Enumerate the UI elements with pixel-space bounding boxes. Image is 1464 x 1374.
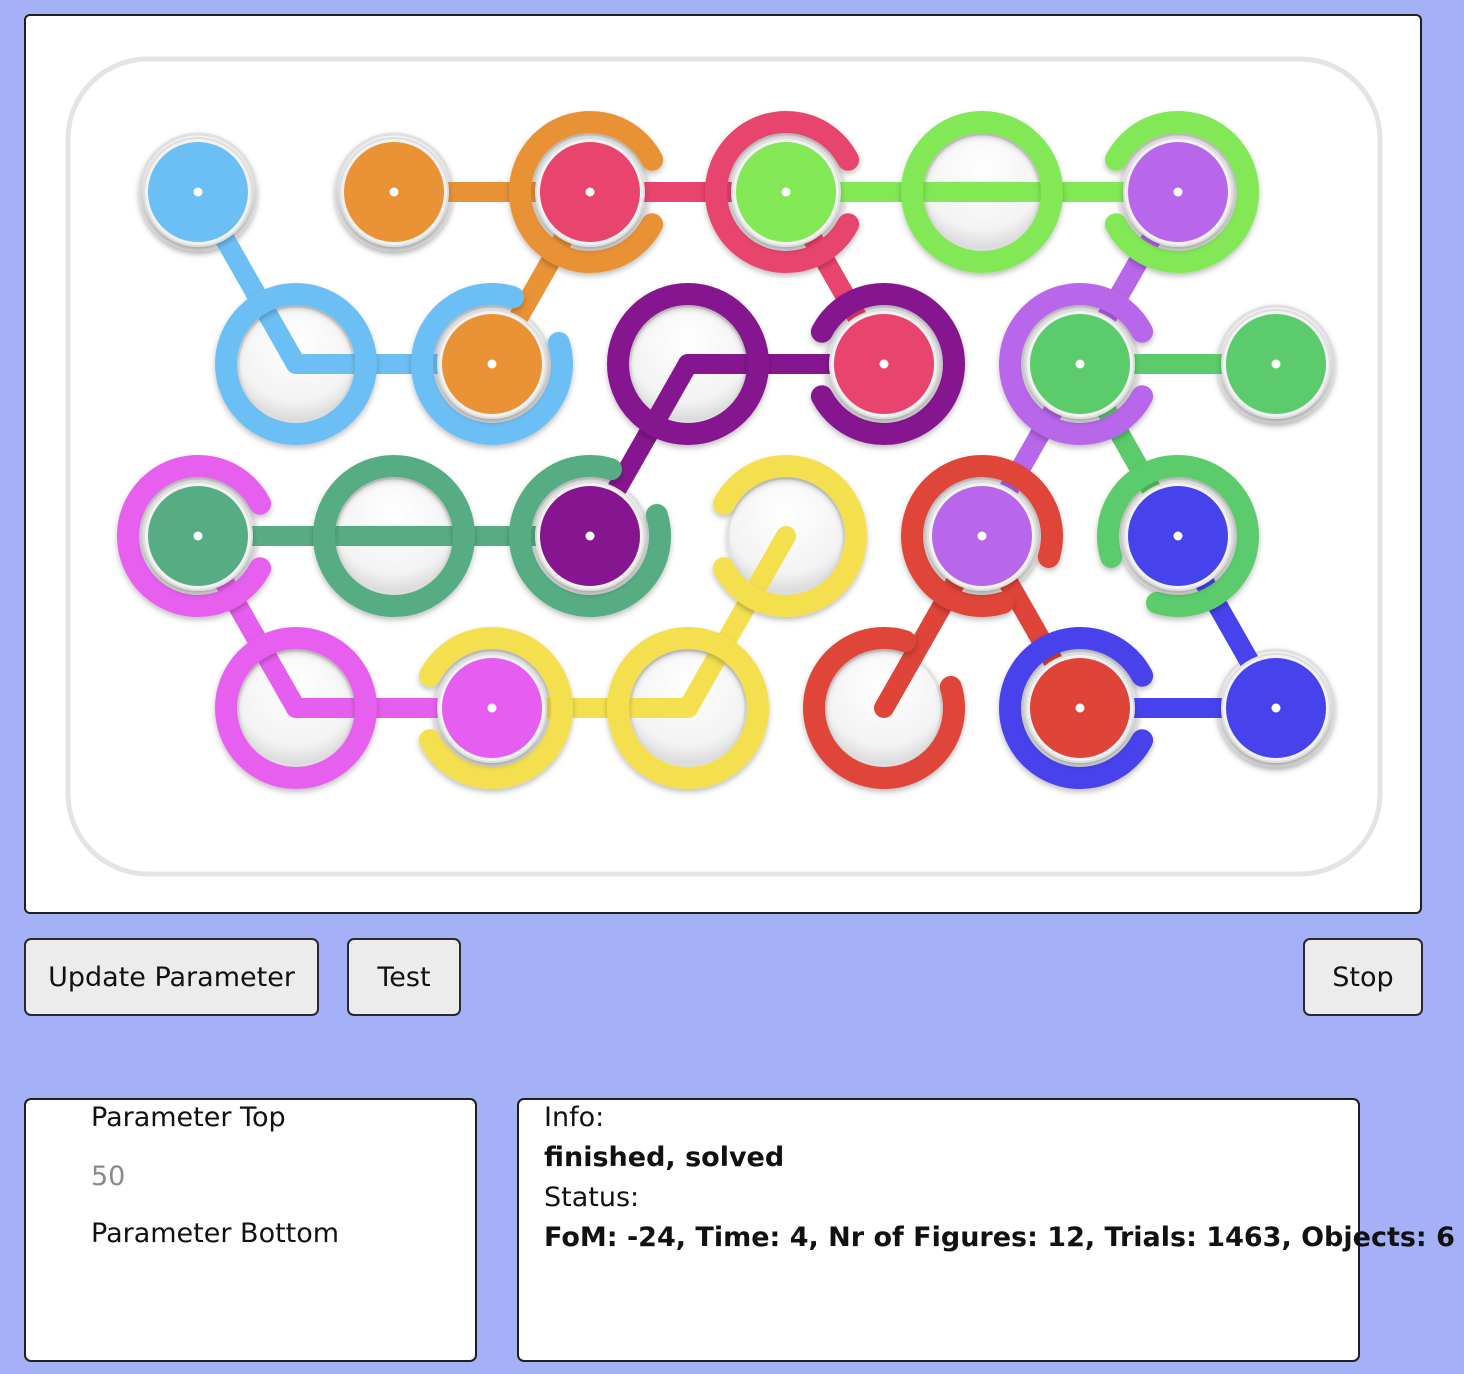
stop-button[interactable]: Stop bbox=[1303, 938, 1423, 1016]
info-message: finished, solved bbox=[544, 1142, 785, 1173]
dot-piece-pink-red[interactable] bbox=[535, 137, 645, 247]
parameter-bottom-label: Parameter Bottom bbox=[91, 1218, 340, 1249]
dot-piece-light-blue[interactable] bbox=[143, 137, 253, 247]
dot-piece-center bbox=[1173, 187, 1183, 197]
dot-piece-violet[interactable] bbox=[1123, 137, 1233, 247]
status-label: Status: bbox=[544, 1182, 640, 1213]
dot-piece-purple[interactable] bbox=[535, 481, 645, 591]
parameter-top-label: Parameter Top bbox=[91, 1102, 286, 1133]
dot-piece-green[interactable] bbox=[1025, 309, 1135, 419]
dot-piece-center bbox=[585, 531, 595, 541]
puzzle-board[interactable] bbox=[26, 16, 1422, 914]
dot-piece-blue[interactable] bbox=[1221, 653, 1331, 763]
dot-piece-center bbox=[585, 187, 595, 197]
dot-piece-orange[interactable] bbox=[437, 309, 547, 419]
dot-piece-light-green[interactable] bbox=[731, 137, 841, 247]
dot-piece-center bbox=[1075, 703, 1085, 713]
dot-piece-center bbox=[193, 187, 203, 197]
info-panel: Info: finished, solved Status: FoM: -24,… bbox=[517, 1098, 1455, 1362]
dot-piece-teal[interactable] bbox=[143, 481, 253, 591]
dot-piece-center bbox=[193, 531, 203, 541]
dot-piece-magenta[interactable] bbox=[437, 653, 547, 763]
dot-piece-pink-red[interactable] bbox=[829, 309, 939, 419]
dot-piece-center bbox=[1075, 359, 1085, 369]
dot-piece-center bbox=[781, 187, 791, 197]
dot-piece-violet[interactable] bbox=[927, 481, 1037, 591]
game-board-panel bbox=[24, 14, 1422, 914]
dot-piece-center bbox=[487, 359, 497, 369]
status-message: FoM: -24, Time: 4, Nr of Figures: 12, Tr… bbox=[544, 1222, 1455, 1253]
dot-piece-center bbox=[487, 703, 497, 713]
test-button[interactable]: Test bbox=[347, 938, 461, 1016]
dot-piece-center bbox=[977, 531, 987, 541]
dot-piece-blue[interactable] bbox=[1123, 481, 1233, 591]
dot-piece-red[interactable] bbox=[1025, 653, 1135, 763]
info-label: Info: bbox=[544, 1102, 605, 1133]
dot-piece-center bbox=[1271, 359, 1281, 369]
dot-piece-center bbox=[1271, 703, 1281, 713]
dot-piece-green[interactable] bbox=[1221, 309, 1331, 419]
dot-piece-center bbox=[389, 187, 399, 197]
dot-piece-center bbox=[879, 359, 889, 369]
parameter-top-input[interactable] bbox=[91, 1158, 391, 1194]
dot-piece-center bbox=[1173, 531, 1183, 541]
parameter-panel: Parameter Top Parameter Bottom bbox=[24, 1098, 477, 1362]
update-parameter-button[interactable]: Update Parameter bbox=[24, 938, 319, 1016]
dot-piece-orange[interactable] bbox=[339, 137, 449, 247]
